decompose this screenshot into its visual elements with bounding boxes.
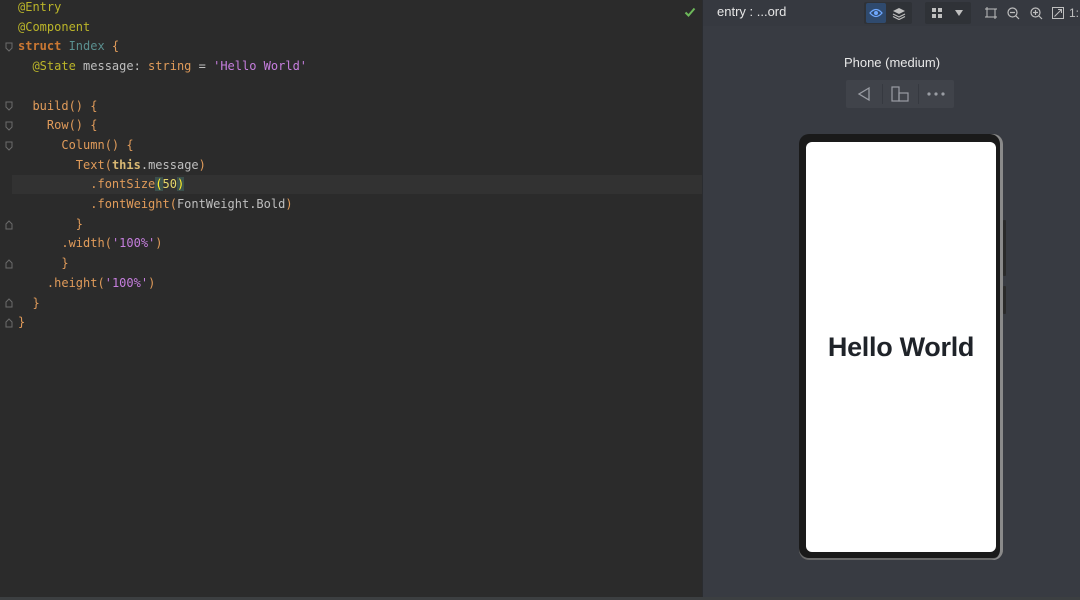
- code-token: () {: [104, 137, 134, 152]
- code-token: (: [169, 197, 177, 211]
- back-icon[interactable]: [846, 80, 882, 108]
- phone-frame: Hello World: [799, 134, 1006, 560]
- code-line[interactable]: @Entry: [18, 0, 61, 17]
- fold-icon[interactable]: [5, 101, 13, 111]
- code-token: ): [176, 177, 185, 192]
- code-line[interactable]: @Component: [18, 18, 90, 37]
- eye-icon[interactable]: [866, 3, 886, 23]
- code-token: ): [155, 236, 163, 251]
- fit-frame-icon[interactable]: [981, 3, 1001, 23]
- code-line[interactable]: build() {: [18, 97, 97, 116]
- code-token: struct: [18, 39, 69, 54]
- code-line[interactable]: .height('100%'): [18, 274, 155, 293]
- code-token: .width: [18, 236, 105, 251]
- code-token: build: [18, 98, 69, 113]
- code-line[interactable]: Text(this.message): [18, 156, 206, 175]
- code-token: string: [148, 59, 192, 74]
- fold-end-icon[interactable]: [5, 318, 13, 328]
- chevron-down-icon[interactable]: [949, 3, 969, 23]
- code-token: message: [75, 59, 134, 74]
- code-line[interactable]: }: [18, 254, 69, 273]
- code-line[interactable]: .fontWeight(FontWeight.Bold): [18, 195, 293, 214]
- code-token: .message: [140, 157, 199, 172]
- code-token: @Entry: [18, 0, 62, 14]
- rotate-icon[interactable]: [882, 80, 918, 108]
- code-token: }: [18, 256, 69, 271]
- fold-icon[interactable]: [5, 42, 13, 52]
- editor-gutter: [0, 0, 13, 600]
- previewer-header: entry : ...ord 1:: [703, 0, 1080, 26]
- code-line[interactable]: }: [18, 313, 25, 332]
- code-token: .fontSize: [18, 177, 156, 192]
- code-token: }: [18, 315, 26, 330]
- fold-icon[interactable]: [5, 141, 13, 151]
- code-token: (: [104, 236, 112, 251]
- more-icon[interactable]: [918, 80, 954, 108]
- code-token: ): [198, 157, 206, 172]
- zoom-out-icon[interactable]: [1003, 3, 1023, 23]
- code-token: {: [104, 39, 120, 54]
- code-line[interactable]: @State message: string = 'Hello World': [18, 57, 307, 76]
- zoom-ratio-label[interactable]: 1:: [1069, 3, 1080, 23]
- code-token: Index: [68, 39, 105, 54]
- code-line[interactable]: Row() {: [18, 116, 98, 135]
- code-token: .fontWeight: [18, 197, 170, 211]
- code-line[interactable]: Column() {: [18, 136, 134, 155]
- code-token: '100%': [104, 275, 149, 290]
- code-token: () {: [68, 118, 98, 133]
- code-token: '100%': [111, 236, 156, 251]
- code-token: 50: [162, 177, 177, 192]
- code-token: }: [18, 216, 84, 231]
- code-token: :: [133, 59, 149, 74]
- hello-world-text: Hello World: [827, 331, 975, 362]
- volume-button: [1003, 220, 1006, 276]
- code-token: 'Hello World': [213, 59, 308, 74]
- code-token: this: [111, 157, 141, 172]
- code-token: @Component: [18, 19, 91, 34]
- code-token: (: [155, 177, 163, 192]
- code-line[interactable]: struct Index {: [18, 37, 119, 56]
- phone-screen[interactable]: Hello World: [806, 142, 996, 552]
- code-line[interactable]: .width('100%'): [18, 234, 163, 253]
- fold-end-icon[interactable]: [5, 220, 13, 230]
- code-token: Text: [18, 157, 105, 172]
- code-token: (: [97, 275, 105, 290]
- device-label: Phone (medium): [843, 55, 941, 70]
- code-token: Column: [18, 137, 105, 152]
- code-token: .height: [18, 275, 98, 290]
- grid-icon[interactable]: [927, 3, 947, 23]
- power-button: [1003, 286, 1006, 314]
- fold-end-icon[interactable]: [5, 259, 13, 269]
- code-line[interactable]: }: [18, 215, 83, 234]
- zoom-in-icon[interactable]: [1026, 3, 1046, 23]
- code-token: @State: [18, 59, 76, 74]
- code-token: FontWeight.Bold: [176, 197, 286, 211]
- code-token: Row: [18, 118, 69, 133]
- code-token: () {: [68, 98, 98, 113]
- previewer-title: entry : ...ord: [717, 4, 787, 19]
- fold-icon[interactable]: [5, 121, 13, 131]
- code-token: ): [285, 197, 293, 211]
- previewer-panel: entry : ...ord 1: Phone (medium) Hello W…: [702, 0, 1080, 600]
- fold-end-icon[interactable]: [5, 298, 13, 308]
- layers-icon[interactable]: [889, 3, 909, 23]
- code-token: =: [191, 59, 214, 74]
- device-toolbar: [846, 80, 954, 108]
- check-icon: [684, 3, 696, 22]
- code-editor[interactable]: @Entry @Component struct Index { @State me…: [0, 0, 702, 600]
- fit-screen-icon[interactable]: [1048, 3, 1068, 23]
- code-line[interactable]: }: [18, 294, 40, 313]
- code-line[interactable]: .fontSize(50): [18, 175, 185, 194]
- code-token: (: [104, 157, 112, 172]
- code-token: ): [148, 275, 156, 290]
- code-token: }: [18, 295, 40, 310]
